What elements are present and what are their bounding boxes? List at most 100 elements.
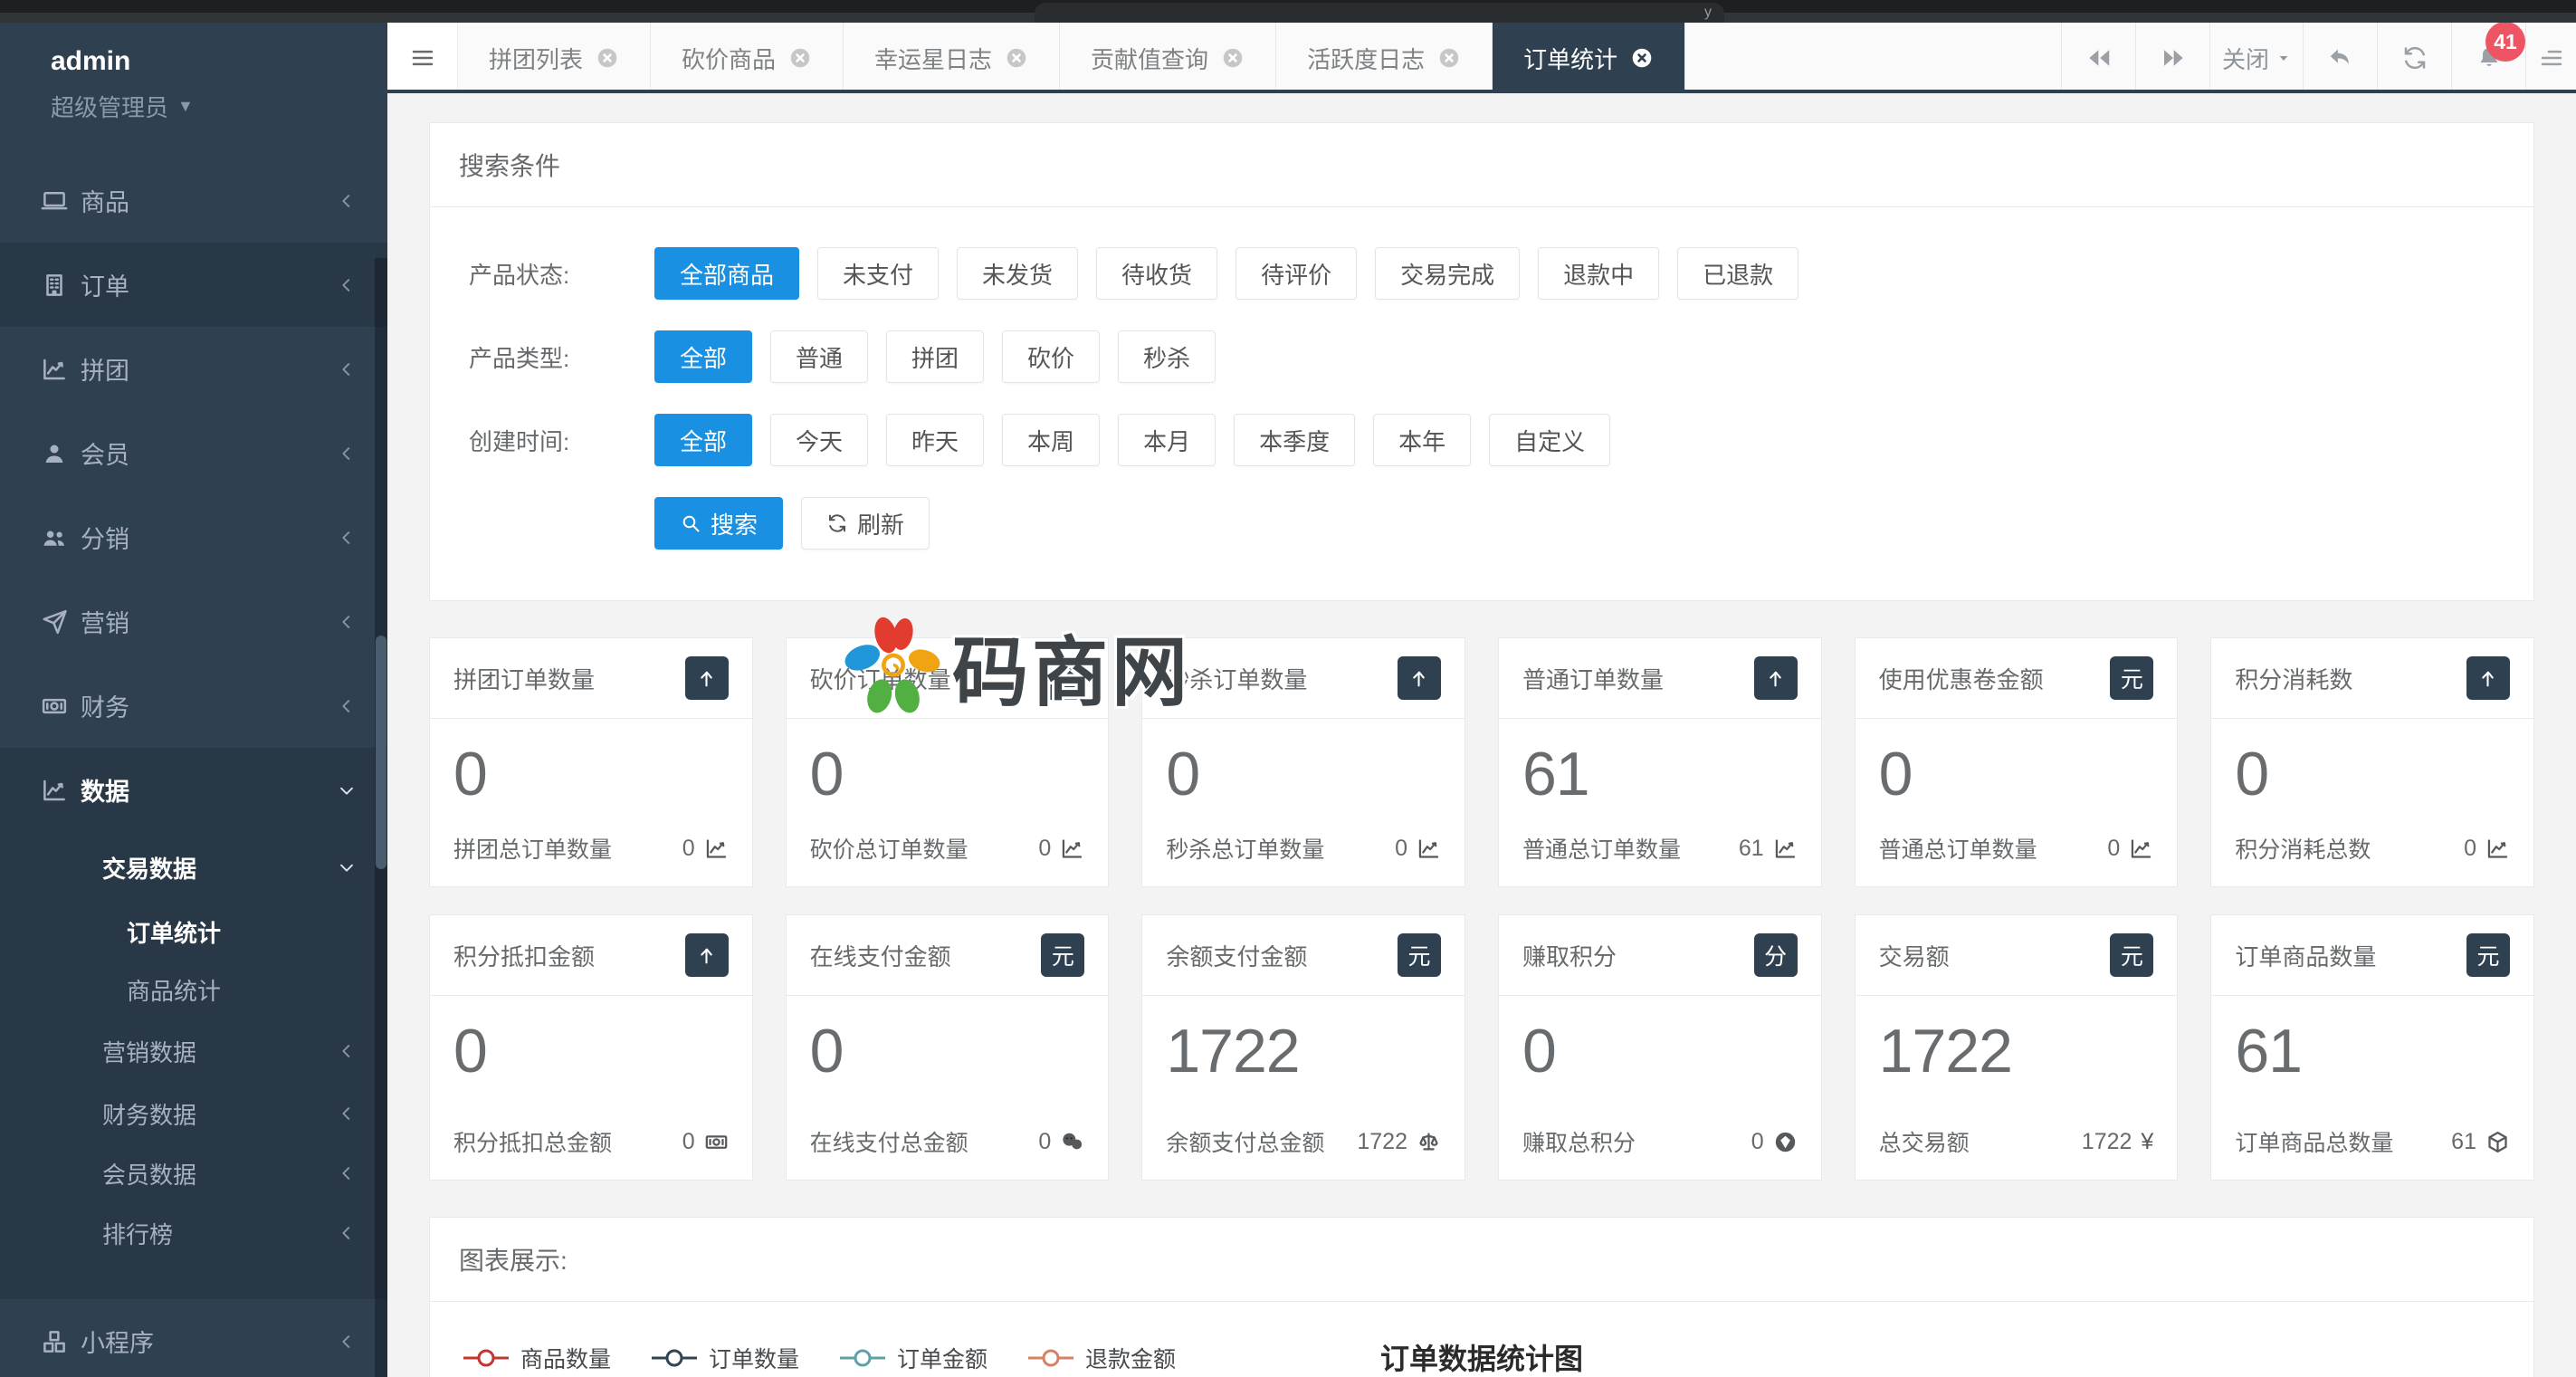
filter-option-button[interactable]: 全部 xyxy=(654,330,753,383)
tab-bargain-goods[interactable]: 砍价商品 xyxy=(651,23,844,93)
filter-option-label: 全部 xyxy=(680,427,728,455)
sidebar-item-groupon[interactable]: 拼团 xyxy=(0,327,387,411)
search-button[interactable]: 搜索 xyxy=(654,497,784,550)
browser-strip: y xyxy=(0,0,2576,23)
refresh-button[interactable]: 刷新 xyxy=(801,497,930,550)
stat-card-badge-arrow-up[interactable] xyxy=(1753,656,1798,700)
stat-card-badge-arrow-up[interactable] xyxy=(2466,656,2510,700)
sidebar-item-ranking[interactable]: 排行榜 xyxy=(0,1203,387,1263)
filter-option-label: 全部 xyxy=(680,344,728,372)
sidebar-item-label: 营销 xyxy=(81,610,129,637)
sidebar-item-marketing[interactable]: 营销 xyxy=(0,579,387,664)
legend-label: 订单数量 xyxy=(709,1347,800,1372)
filter-option-label: 未支付 xyxy=(843,261,914,289)
filter-option-button[interactable]: 退款中 xyxy=(1538,247,1660,300)
stat-card-title: 秒杀订单数量 xyxy=(1166,665,1308,693)
tab-order-statistics[interactable]: 订单统计 xyxy=(1493,23,1686,93)
sidebar-scrollbar-thumb[interactable] xyxy=(376,636,386,869)
close-tab-icon[interactable] xyxy=(1437,46,1461,70)
filter-option-button[interactable]: 未支付 xyxy=(817,247,940,300)
close-tab-icon[interactable] xyxy=(1005,46,1028,70)
stat-card-badge[interactable]: 分 xyxy=(1753,933,1798,977)
filter-option-button[interactable]: 未发货 xyxy=(957,247,1079,300)
filter-option-button[interactable]: 拼团 xyxy=(886,330,985,383)
filter-option-button[interactable]: 普通 xyxy=(770,330,869,383)
filter-option-button[interactable]: 昨天 xyxy=(886,414,985,466)
tabs-scroll-right-button[interactable] xyxy=(2135,23,2209,93)
filter-option-button[interactable]: 交易完成 xyxy=(1375,247,1521,300)
filter-option-button[interactable]: 全部商品 xyxy=(654,247,800,300)
sidebar-item-member-data[interactable]: 会员数据 xyxy=(0,1143,387,1203)
filter-option-label: 拼团 xyxy=(911,344,959,372)
tab-activity-log[interactable]: 活跃度日志 xyxy=(1276,23,1493,93)
sidebar-item-mini-program[interactable]: 小程序 xyxy=(0,1299,387,1377)
stat-card-points-consumed: 积分消耗数 0 积分消耗总数 0 xyxy=(2210,637,2534,887)
filter-option-button[interactable]: 砍价 xyxy=(1002,330,1101,383)
close-tab-icon[interactable] xyxy=(788,46,812,70)
filter-row-label: 产品状态: xyxy=(469,261,570,289)
filter-option-button[interactable]: 本月 xyxy=(1118,414,1216,466)
filter-option-button[interactable]: 全部 xyxy=(654,414,753,466)
filter-option-button[interactable]: 待评价 xyxy=(1236,247,1358,300)
stat-card-footer-label: 余额支付总金额 xyxy=(1166,1131,1325,1156)
user-role[interactable]: 超级管理员 ▼ xyxy=(51,90,387,123)
stat-card-badge-arrow-up[interactable] xyxy=(684,656,729,700)
filter-option-button[interactable]: 今天 xyxy=(770,414,869,466)
back-button[interactable] xyxy=(2303,23,2377,93)
sidebar-item-marketing-data[interactable]: 营销数据 xyxy=(0,1018,387,1084)
sidebar-item-product-stats[interactable]: 商品统计 xyxy=(0,961,387,1018)
legend-item-3[interactable]: 订单金额 xyxy=(839,1342,987,1374)
sidebar-item-data[interactable]: 数据 xyxy=(0,748,387,832)
sidebar-item-finance[interactable]: 财务 xyxy=(0,664,387,748)
close-tab-icon[interactable] xyxy=(1221,46,1245,70)
sidebar-item-goods[interactable]: 商品 xyxy=(0,158,387,243)
yen-icon: ¥ xyxy=(2141,1128,2154,1154)
stat-card-badge-arrow-up[interactable] xyxy=(1397,656,1441,700)
filter-option-button[interactable]: 本季度 xyxy=(1234,414,1356,466)
sidebar-item-order-stats[interactable]: 订单统计 xyxy=(0,903,387,961)
stat-card-seckill-orders: 秒杀订单数量 0 秒杀总订单数量 0 xyxy=(1141,637,1465,887)
stat-card-badge-arrow-up[interactable] xyxy=(684,933,729,977)
sidebar-toggle-button[interactable] xyxy=(387,23,458,93)
filter-option-button[interactable]: 待收货 xyxy=(1096,247,1218,300)
close-tabs-dropdown[interactable]: 关闭 xyxy=(2209,23,2303,93)
stat-card-footer-number: 61 xyxy=(1738,835,1764,861)
legend-item-2[interactable]: 订单数量 xyxy=(651,1342,799,1374)
sidebar-scrollbar-track[interactable] xyxy=(375,258,387,1377)
chevron-left-icon xyxy=(337,275,357,295)
menu-button[interactable] xyxy=(2525,23,2576,93)
sidebar-item-distribution[interactable]: 分销 xyxy=(0,495,387,579)
filter-option-button[interactable]: 自定义 xyxy=(1489,414,1611,466)
filter-option-button[interactable]: 本周 xyxy=(1002,414,1101,466)
tab-label: 活跃度日志 xyxy=(1307,45,1426,73)
refresh-button[interactable] xyxy=(2377,23,2451,93)
chevron-left-icon xyxy=(337,1104,357,1124)
sidebar-item-finance-data[interactable]: 财务数据 xyxy=(0,1084,387,1143)
stat-card-badge[interactable]: 元 xyxy=(1041,933,1085,977)
sidebar-item-members[interactable]: 会员 xyxy=(0,411,387,495)
sidebar-item-orders[interactable]: 订单 xyxy=(0,243,387,327)
filter-option-button[interactable]: 秒杀 xyxy=(1118,330,1216,383)
gem-icon xyxy=(1773,1130,1798,1154)
stat-card-badge[interactable]: 元 xyxy=(1397,933,1441,977)
sidebar-item-trade-data[interactable]: 交易数据 xyxy=(0,832,387,903)
filter-option-button[interactable]: 本年 xyxy=(1373,414,1472,466)
close-tab-icon[interactable] xyxy=(1630,46,1654,70)
tabs-scroll-left-button[interactable] xyxy=(2061,23,2135,93)
legend-item-4[interactable]: 退款金额 xyxy=(1027,1342,1176,1374)
legend-item-1[interactable]: 商品数量 xyxy=(463,1342,611,1374)
stat-card-body: 0 砍价总订单数量 0 xyxy=(787,719,1109,886)
stat-card-badge-arrow-up[interactable] xyxy=(1041,656,1085,700)
stat-card-badge[interactable]: 元 xyxy=(2466,933,2510,977)
tab-contribution-query[interactable]: 贡献值查询 xyxy=(1060,23,1277,93)
stat-card-badge[interactable]: 元 xyxy=(2110,933,2154,977)
stat-card-badge[interactable]: 元 xyxy=(2110,656,2154,700)
tab-groupon-list[interactable]: 拼团列表 xyxy=(458,23,652,93)
filter-option-button[interactable]: 已退款 xyxy=(1677,247,1799,300)
filter-option-label: 秒杀 xyxy=(1143,344,1191,372)
sidebar: admin 超级管理员 ▼ 商品 订单 拼团 会员 分销 营销 财务 数据 交易数据 订单统计 商品… xyxy=(0,23,387,1377)
notifications-button[interactable]: 41 xyxy=(2451,22,2525,93)
tab-lucky-star-log[interactable]: 幸运星日志 xyxy=(844,23,1061,93)
caret-down-icon: ▼ xyxy=(177,97,194,115)
close-tab-icon[interactable] xyxy=(596,46,619,70)
